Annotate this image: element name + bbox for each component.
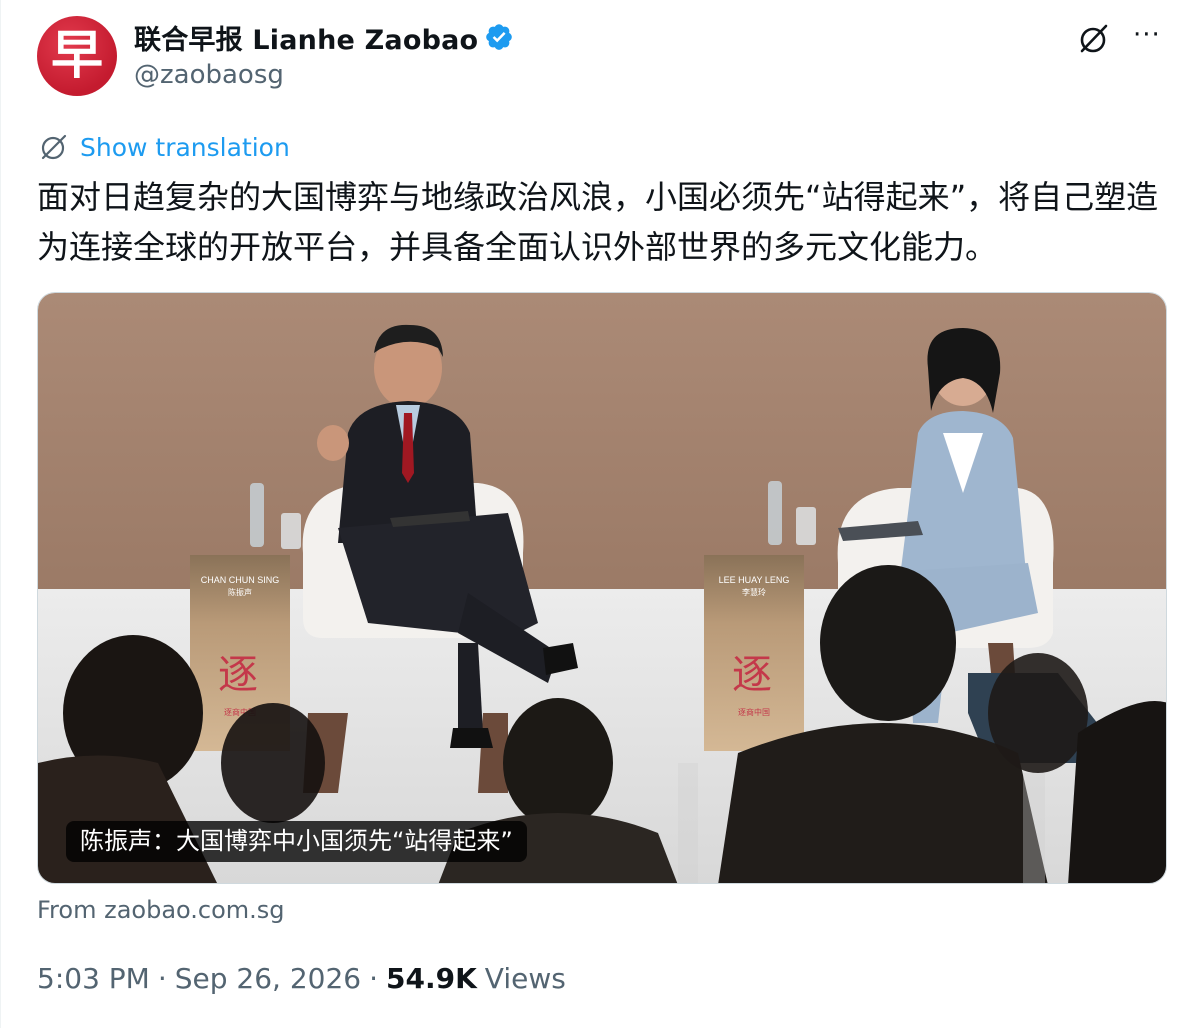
tweet-time[interactable]: 5:03 PM <box>37 962 150 995</box>
name-row: 联合早报 Lianhe Zaobao <box>134 17 514 57</box>
left-placard-logo: 逐 <box>218 652 258 698</box>
avatar[interactable]: 早 <box>37 16 117 96</box>
show-translation-button[interactable]: Show translation <box>39 132 290 162</box>
handle[interactable]: @zaobaosg <box>134 60 284 90</box>
media-photo: CHAN CHUN SING 陈振声 逐 逐商中国 LEE HUAY LENG … <box>38 293 1166 883</box>
views-count: 54.9K <box>386 962 477 995</box>
right-placard-name: LEE HUAY LENG <box>719 575 790 585</box>
verified-badge-icon[interactable] <box>484 22 514 52</box>
tweet-date[interactable]: Sep 26, 2026 <box>175 962 361 995</box>
tweet-media[interactable]: CHAN CHUN SING 陈振声 逐 逐商中国 LEE HUAY LENG … <box>37 292 1167 884</box>
grok-icon[interactable] <box>1077 22 1111 56</box>
right-placard-name-cn: 李慧玲 <box>742 587 766 597</box>
meta-separator: · <box>157 962 167 995</box>
media-caption: 陈振声：大国博弈中小国须先“站得起来” <box>66 821 527 862</box>
grok-translate-icon <box>41 134 67 160</box>
tweet-meta: 5:03 PM · Sep 26, 2026 · 54.9K Views <box>37 962 566 995</box>
avatar-glyph: 早 <box>50 25 103 86</box>
more-icon[interactable]: ··· <box>1133 22 1167 56</box>
link-source[interactable]: From zaobao.com.sg <box>37 896 285 924</box>
views-label: Views <box>484 962 566 995</box>
left-placard-name-cn: 陈振声 <box>228 587 252 597</box>
right-placard-logo-text: 逐商中国 <box>738 707 770 717</box>
right-placard-logo: 逐 <box>732 652 772 698</box>
tweet-card: 早 联合早报 Lianhe Zaobao @zaobaosg ··· Show … <box>0 0 1184 1028</box>
meta-separator: · <box>369 962 379 995</box>
tweet-text: 面对日趋复杂的大国博弈与地缘政治风浪，小国必须先“站得起来”，将自己塑造为连接全… <box>37 178 1159 266</box>
display-name[interactable]: 联合早报 Lianhe Zaobao <box>134 18 478 57</box>
left-placard-name: CHAN CHUN SING <box>201 575 280 585</box>
show-translation-label: Show translation <box>80 132 290 162</box>
